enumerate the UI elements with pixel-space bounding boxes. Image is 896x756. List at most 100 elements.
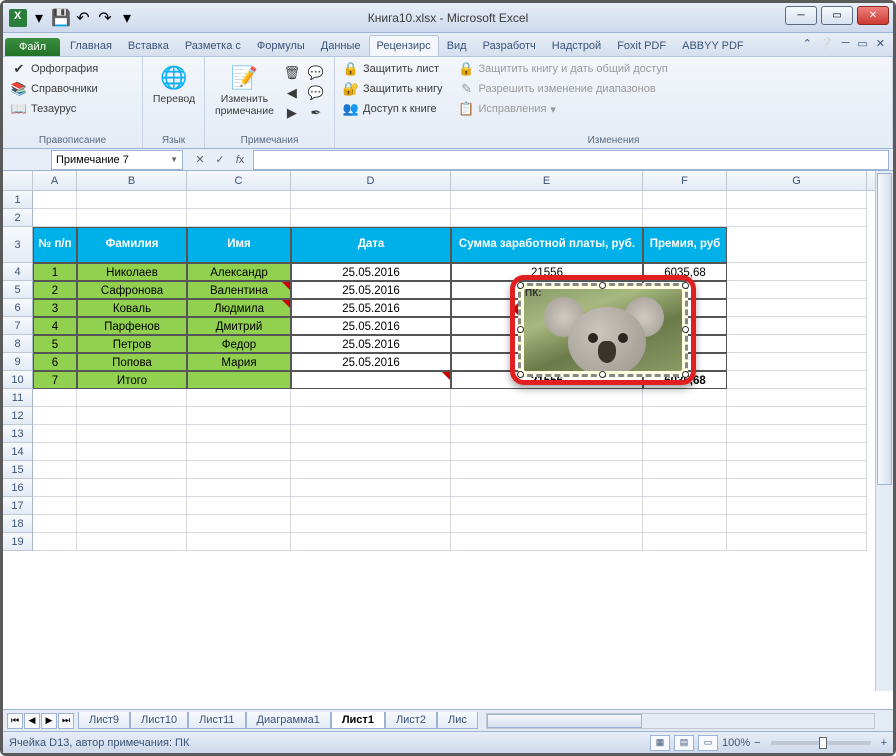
- resize-handle[interactable]: [517, 326, 524, 333]
- col-header-D[interactable]: D: [291, 171, 451, 190]
- cell-F2[interactable]: [643, 209, 727, 227]
- protect-share-button[interactable]: 🔒Защитить книгу и дать общий доступ: [457, 60, 670, 78]
- cell-D18[interactable]: [291, 515, 451, 533]
- cell-F11[interactable]: [643, 389, 727, 407]
- tab-layout[interactable]: Разметка с: [177, 35, 249, 56]
- show-all-comments-button[interactable]: 💬: [306, 84, 326, 102]
- cell-B8[interactable]: Петров: [77, 335, 187, 353]
- cell-F3[interactable]: Премия, руб: [643, 227, 727, 263]
- cell-F14[interactable]: [643, 443, 727, 461]
- view-normal-button[interactable]: ▦: [650, 735, 670, 751]
- sheet-tab-Лис[interactable]: Лис: [437, 712, 478, 729]
- tab-file[interactable]: Файл: [5, 38, 60, 56]
- row-header-12[interactable]: 12: [3, 407, 33, 425]
- minimize-ribbon-button[interactable]: ⌃: [803, 37, 812, 50]
- cell-D5[interactable]: 25.05.2016: [291, 281, 451, 299]
- close-button[interactable]: ✕: [857, 6, 889, 25]
- col-header-E[interactable]: E: [451, 171, 643, 190]
- next-comment-button[interactable]: ▶: [282, 104, 302, 122]
- sheet-nav-prev[interactable]: ◀: [24, 713, 40, 729]
- cell-A6[interactable]: 3: [33, 299, 77, 317]
- cell-C16[interactable]: [187, 479, 291, 497]
- cell-G4[interactable]: [727, 263, 867, 281]
- cell-B15[interactable]: [77, 461, 187, 479]
- cell-A2[interactable]: [33, 209, 77, 227]
- cell-D16[interactable]: [291, 479, 451, 497]
- zoom-slider[interactable]: [771, 741, 871, 745]
- cell-B1[interactable]: [77, 191, 187, 209]
- cell-C11[interactable]: [187, 389, 291, 407]
- cell-F13[interactable]: [643, 425, 727, 443]
- cell-A19[interactable]: [33, 533, 77, 551]
- vertical-scrollbar[interactable]: [875, 171, 893, 691]
- cell-B16[interactable]: [77, 479, 187, 497]
- cell-G18[interactable]: [727, 515, 867, 533]
- cell-E2[interactable]: [451, 209, 643, 227]
- cell-G10[interactable]: [727, 371, 867, 389]
- cell-E17[interactable]: [451, 497, 643, 515]
- wb-minimize-button[interactable]: ─: [842, 37, 850, 50]
- tab-abbyy[interactable]: ABBYY PDF: [674, 35, 752, 56]
- cell-C15[interactable]: [187, 461, 291, 479]
- cell-C17[interactable]: [187, 497, 291, 515]
- cell-B2[interactable]: [77, 209, 187, 227]
- cell-B5[interactable]: Сафронова: [77, 281, 187, 299]
- resize-handle[interactable]: [682, 371, 689, 378]
- cell-B3[interactable]: Фамилия: [77, 227, 187, 263]
- resize-handle[interactable]: [517, 371, 524, 378]
- share-workbook-button[interactable]: 👥Доступ к книге: [341, 100, 445, 118]
- cell-D11[interactable]: [291, 389, 451, 407]
- scrollbar-thumb[interactable]: [487, 714, 642, 728]
- tab-data[interactable]: Данные: [313, 35, 369, 56]
- row-header-9[interactable]: 9: [3, 353, 33, 371]
- delete-comment-button[interactable]: 🗑: [282, 64, 302, 82]
- cell-D10[interactable]: [291, 371, 451, 389]
- help-button[interactable]: ❔: [820, 37, 834, 50]
- cell-C9[interactable]: Мария: [187, 353, 291, 371]
- prev-comment-button[interactable]: ◀: [282, 84, 302, 102]
- col-header-B[interactable]: B: [77, 171, 187, 190]
- cell-F17[interactable]: [643, 497, 727, 515]
- cell-A12[interactable]: [33, 407, 77, 425]
- scrollbar-thumb[interactable]: [877, 173, 892, 485]
- maximize-button[interactable]: ▭: [821, 6, 853, 25]
- cell-B13[interactable]: [77, 425, 187, 443]
- cell-C12[interactable]: [187, 407, 291, 425]
- cell-E18[interactable]: [451, 515, 643, 533]
- cell-F19[interactable]: [643, 533, 727, 551]
- cell-D14[interactable]: [291, 443, 451, 461]
- qat-dropdown[interactable]: ▾: [29, 8, 49, 28]
- cell-G16[interactable]: [727, 479, 867, 497]
- resize-handle[interactable]: [599, 371, 606, 378]
- tab-home[interactable]: Главная: [62, 35, 120, 56]
- cell-A14[interactable]: [33, 443, 77, 461]
- cell-E1[interactable]: [451, 191, 643, 209]
- cell-C8[interactable]: Федор: [187, 335, 291, 353]
- sheet-nav-next[interactable]: ▶: [41, 713, 57, 729]
- cell-C4[interactable]: Александр: [187, 263, 291, 281]
- cell-F16[interactable]: [643, 479, 727, 497]
- cell-G11[interactable]: [727, 389, 867, 407]
- col-header-C[interactable]: C: [187, 171, 291, 190]
- cell-C3[interactable]: Имя: [187, 227, 291, 263]
- cell-D9[interactable]: 25.05.2016: [291, 353, 451, 371]
- comment-popup[interactable]: ПК:: [518, 283, 688, 377]
- cell-C10[interactable]: [187, 371, 291, 389]
- save-button[interactable]: 💾: [51, 8, 71, 28]
- row-header-19[interactable]: 19: [3, 533, 33, 551]
- wb-close-button[interactable]: ✕: [876, 37, 885, 50]
- cell-A16[interactable]: [33, 479, 77, 497]
- view-layout-button[interactable]: ▤: [674, 735, 694, 751]
- cell-G19[interactable]: [727, 533, 867, 551]
- row-header-7[interactable]: 7: [3, 317, 33, 335]
- cell-A1[interactable]: [33, 191, 77, 209]
- cell-E16[interactable]: [451, 479, 643, 497]
- formula-input[interactable]: [253, 150, 889, 170]
- cell-B6[interactable]: Коваль: [77, 299, 187, 317]
- row-header-8[interactable]: 8: [3, 335, 33, 353]
- cell-G13[interactable]: [727, 425, 867, 443]
- row-header-11[interactable]: 11: [3, 389, 33, 407]
- row-header-4[interactable]: 4: [3, 263, 33, 281]
- cell-E14[interactable]: [451, 443, 643, 461]
- cell-E11[interactable]: [451, 389, 643, 407]
